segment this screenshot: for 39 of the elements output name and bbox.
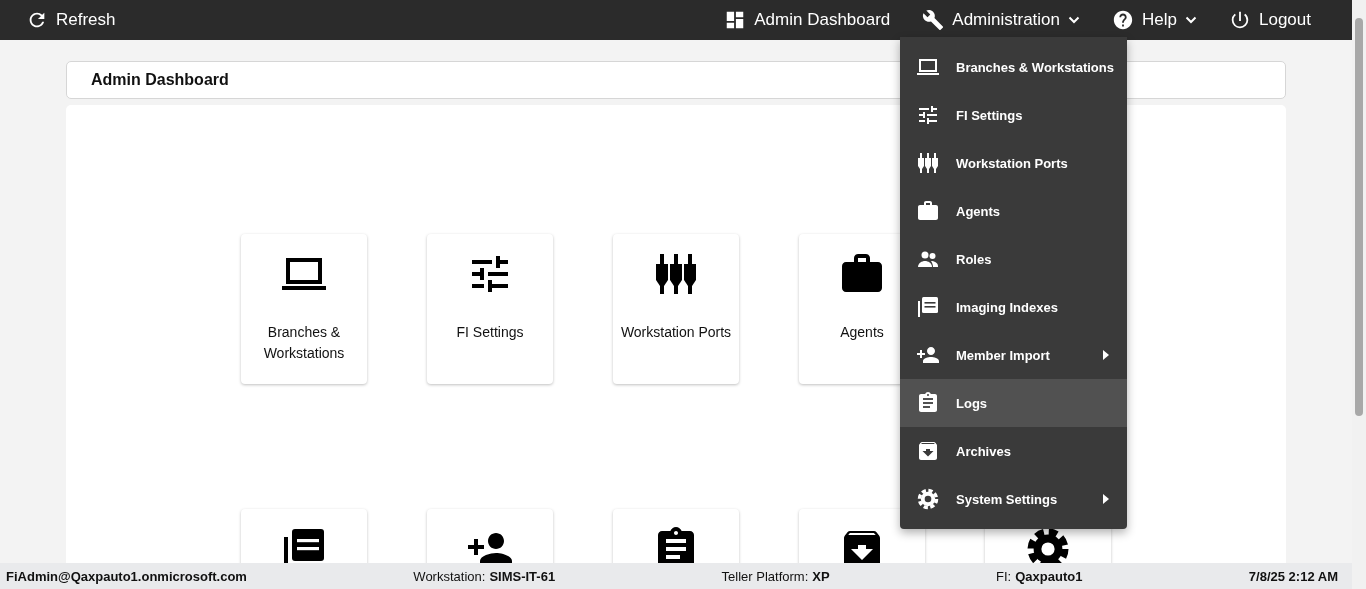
help-icon bbox=[1112, 9, 1135, 31]
nav-menu-item[interactable]: Admin Dashboard bbox=[724, 5, 891, 35]
menu-item[interactable]: System Settings bbox=[900, 475, 1127, 523]
archive-box-icon bbox=[916, 439, 940, 463]
nav-menu-item[interactable]: Help bbox=[1112, 5, 1197, 35]
menu-item[interactable]: Archives bbox=[900, 427, 1127, 475]
menu-item[interactable]: Branches & Workstations bbox=[900, 43, 1127, 91]
wrench-icon bbox=[922, 9, 945, 31]
dashboard-tile[interactable]: Workstation Ports bbox=[613, 234, 739, 384]
menu-item[interactable]: Logs bbox=[900, 379, 1127, 427]
dashboard-tile[interactable]: FI Settings bbox=[427, 234, 553, 384]
status-text: Teller Platform: XP bbox=[721, 568, 830, 584]
settings-icon bbox=[916, 487, 940, 511]
nav-menu-item[interactable]: Administration bbox=[922, 5, 1081, 35]
page-title: Admin Dashboard bbox=[91, 71, 229, 89]
document-stack-icon bbox=[916, 295, 940, 319]
dashboard-tile[interactable]: Branches & Workstations bbox=[241, 234, 367, 384]
caret-right-icon bbox=[1103, 350, 1109, 360]
nav-menu-item[interactable]: Logout bbox=[1229, 5, 1311, 35]
refresh-button[interactable]: Refresh bbox=[26, 5, 116, 35]
status-text: FI: Qaxpauto1 bbox=[996, 568, 1083, 584]
chevron-down-icon bbox=[1068, 16, 1081, 24]
tile-label: Branches & Workstations bbox=[262, 323, 346, 363]
tile-label: Workstation Ports bbox=[619, 323, 733, 342]
tile-label: FI Settings bbox=[455, 323, 525, 342]
menu-item[interactable]: Agents bbox=[900, 187, 1127, 235]
tile-label: Agents bbox=[839, 323, 885, 342]
chevron-down-icon bbox=[1185, 16, 1197, 24]
caret-right-icon bbox=[1103, 494, 1109, 504]
sliders-icon bbox=[916, 103, 940, 127]
connectors-icon bbox=[916, 151, 940, 175]
status-text: 7/8/25 2:12 AM bbox=[1248, 568, 1338, 584]
clipboard-icon bbox=[916, 391, 940, 415]
menu-item[interactable]: Workstation Ports bbox=[900, 139, 1127, 187]
power-icon bbox=[1229, 9, 1251, 31]
briefcase-icon bbox=[916, 199, 940, 223]
status-text: Workstation: SIMS-IT-61 bbox=[413, 568, 556, 584]
status-text: FiAdmin@Qaxpauto1.onmicrosoft.com bbox=[6, 568, 247, 584]
menu-item[interactable]: FI Settings bbox=[900, 91, 1127, 139]
